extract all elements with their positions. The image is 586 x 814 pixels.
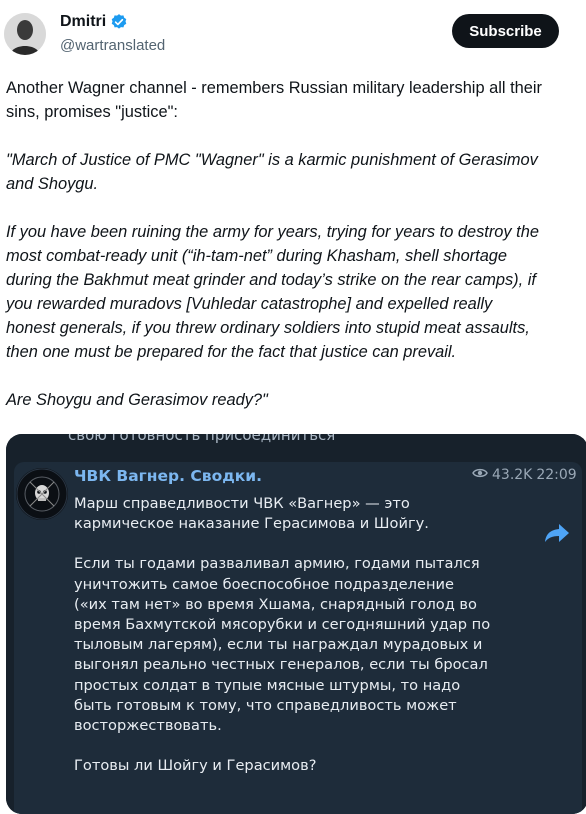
message-line: восторжествовать.: [74, 717, 222, 735]
message-body: Марш справедливости ЧВК «Вагнер» — это к…: [74, 494, 534, 776]
verified-badge-icon: [110, 13, 128, 31]
message-line: Если ты годами разваливал армию, годами …: [74, 555, 480, 573]
forward-arrow-icon: [544, 522, 572, 546]
telegram-message: ЧВК Вагнер. Сводки. 43.2K 22:09 Марш спр…: [14, 462, 582, 814]
message-line: выгонял реально честных генералов, если …: [74, 656, 488, 674]
quote-line: you rewarded muradovs [Vuhledar catastro…: [6, 295, 493, 313]
quote-line: If you have been ruining the army for ye…: [6, 223, 539, 241]
message-time: 22:09: [536, 467, 577, 483]
message-line: («их там нет» во время Хшама, снарядный …: [74, 595, 477, 613]
quote-line: then one must be prepared for the fact t…: [6, 343, 457, 361]
tweet-line: Another Wagner channel - remembers Russi…: [6, 79, 542, 97]
message-line: время Бахмутской мясорубки и сегодняшний…: [74, 616, 491, 634]
tweet-text: Another Wagner channel - remembers Russi…: [6, 76, 586, 412]
quote-line: most combat-ready unit (“ih-tam-net” dur…: [6, 247, 508, 265]
message-line: Готовы ли Шойгу и Герасимов?: [74, 757, 317, 775]
author-name-row[interactable]: Dmitri: [60, 13, 128, 31]
author-handle[interactable]: @wartranslated: [60, 37, 165, 54]
author-avatar[interactable]: [4, 13, 46, 55]
message-line: Марш справедливости ЧВК «Вагнер» — это: [74, 495, 410, 512]
previous-message-tail: свою готовность присоединиться: [68, 434, 336, 444]
author-avatar-image: [4, 13, 46, 55]
message-line: уничтожить самое боеспособное подразделе…: [74, 575, 454, 593]
quote-line: Are Shoygu and Gerasimov ready?": [6, 391, 268, 409]
tweet-line: sins, promises "justice":: [6, 103, 178, 121]
quote-line: during the Bakhmut meat grinder and toda…: [6, 271, 536, 289]
view-count: 43.2K: [492, 467, 533, 483]
quote-line: "March of Justice of PMC "Wagner" is a k…: [6, 151, 538, 169]
message-line: тыловым лагерям), если ты награждал мура…: [74, 636, 483, 654]
channel-avatar-icon: [16, 468, 68, 520]
message-line: быть готовым к тому, что справедливость …: [74, 696, 457, 714]
author-name[interactable]: Dmitri: [60, 13, 106, 31]
eye-icon: [472, 467, 488, 483]
subscribe-button[interactable]: Subscribe: [452, 14, 559, 48]
quote-line: honest generals, if you threw ordinary s…: [6, 319, 530, 337]
channel-name: ЧВК Вагнер. Сводки.: [74, 467, 262, 485]
message-line: простых солдат в тупые мясные штурмы, то…: [74, 676, 461, 694]
message-meta: 43.2K 22:09: [472, 467, 577, 483]
message-line: кармическое наказание Герасимова и Шойгу…: [74, 515, 429, 533]
quote-line: and Shoygu.: [6, 175, 99, 193]
tweet-media-image[interactable]: свою готовность присоединиться ЧВК Вагне…: [6, 434, 586, 814]
